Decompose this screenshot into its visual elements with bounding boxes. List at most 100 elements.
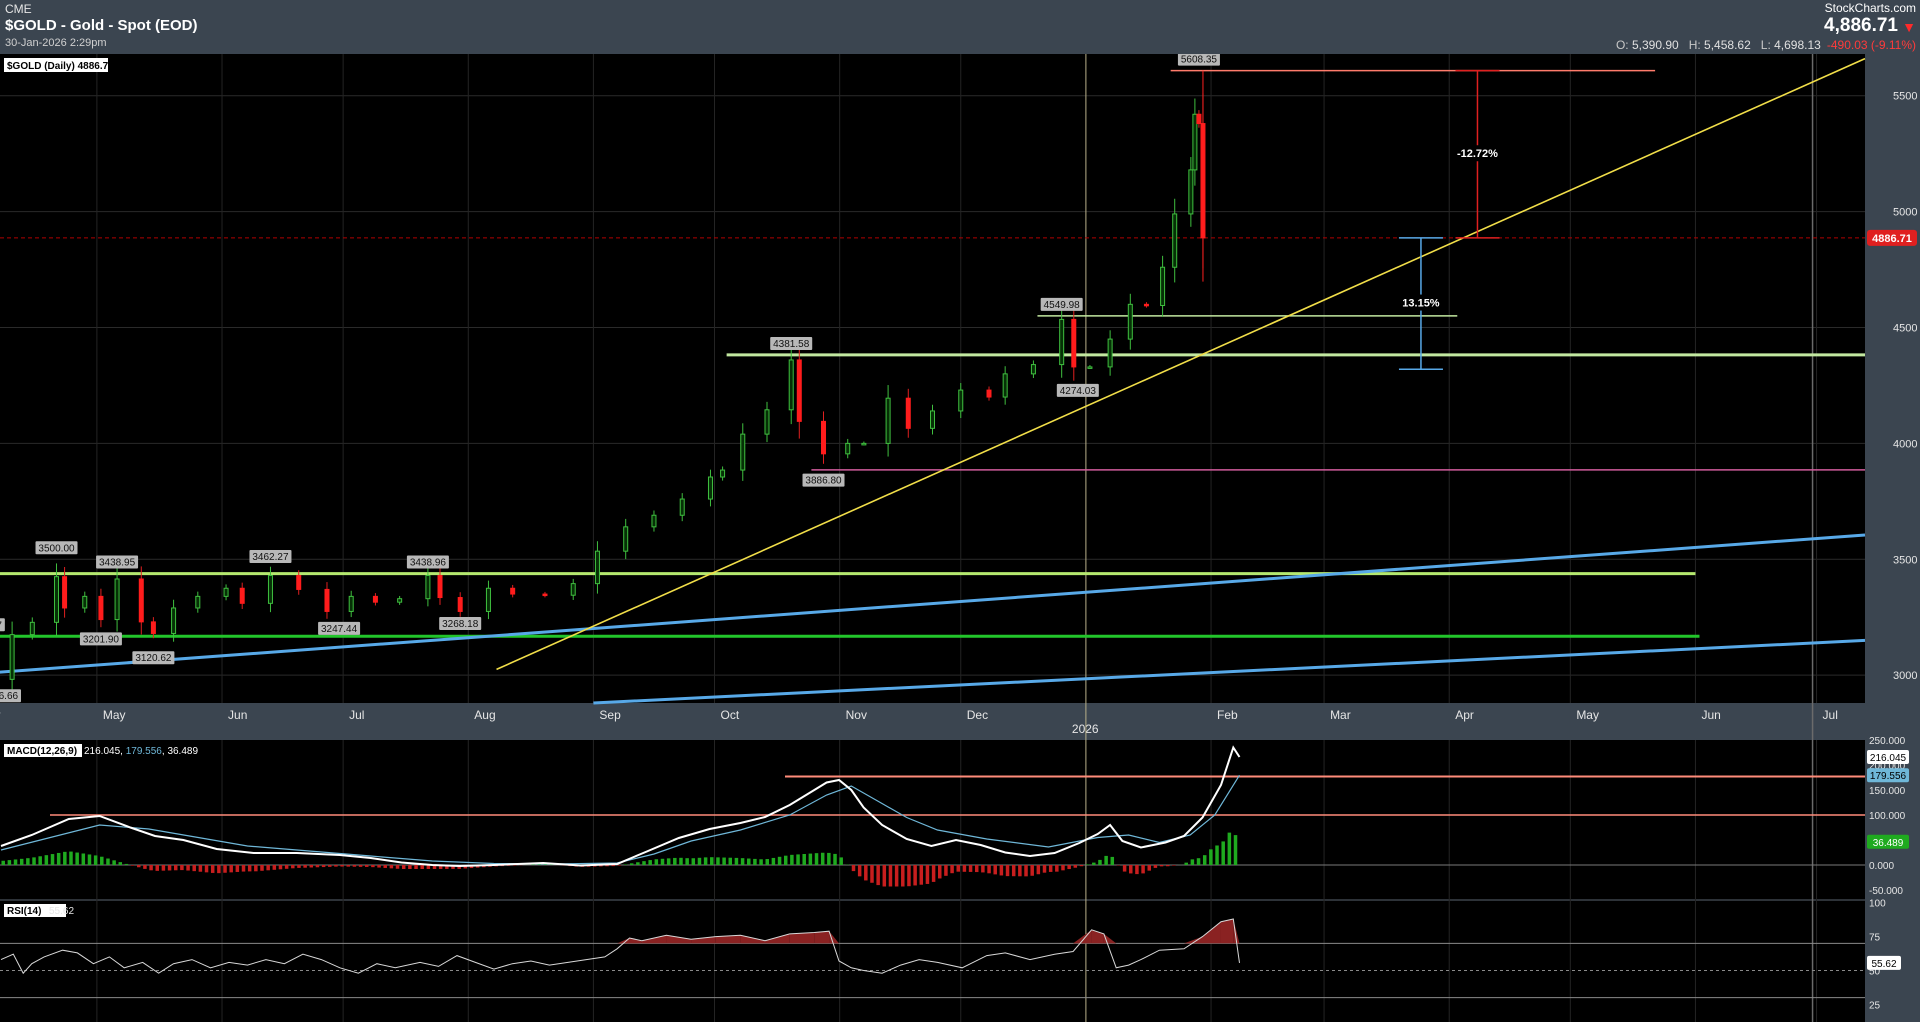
price-panel-bg (0, 54, 1865, 703)
price-annotation: 4274.03 (1060, 386, 1097, 397)
macd-histogram-bar (1011, 865, 1016, 877)
macd-histogram-bar (87, 854, 92, 865)
candle-body (764, 409, 770, 435)
macd-tick-label: 150.000 (1869, 786, 1906, 797)
date-tick-label: Jul (1823, 708, 1838, 722)
macd-histogram-bar (291, 865, 295, 869)
macd-histogram-bar (1085, 864, 1090, 865)
rsi-panel-label: RSI(14) (7, 906, 41, 917)
macd-histogram-bar (309, 865, 314, 868)
price-annotation: 3120.62 (135, 653, 172, 664)
stockcharts-logo[interactable]: StockCharts.com (1825, 1, 1916, 15)
macd-histogram-bar (974, 865, 979, 873)
macd-histogram-bar (1153, 865, 1158, 868)
candle-body (82, 595, 88, 609)
macd-histogram-bar (26, 858, 30, 865)
candle-body (1087, 366, 1093, 369)
last-price-tag-label: 4886.71 (1872, 233, 1912, 245)
macd-histogram-bar (1, 860, 5, 865)
macd-histogram-bar (198, 865, 203, 872)
ohlc-readout: O: 5,390.90 H: 5,458.62 L: 4,698.13 -490.03… (1606, 38, 1916, 52)
macd-histogram-bar (278, 865, 283, 870)
candle-body (885, 397, 891, 444)
macd-histogram-bar (1104, 855, 1108, 865)
macd-histogram-bar (962, 865, 967, 872)
date-tick-label: Aug (474, 708, 495, 722)
macd-histogram-bar (124, 863, 129, 865)
candle-body (1192, 113, 1198, 171)
measure-label: 13.15% (1402, 298, 1440, 310)
axis-gutter (1865, 54, 1920, 1022)
macd-histogram-bar (1048, 865, 1053, 872)
candle-body (425, 575, 431, 600)
candle-body (958, 389, 964, 412)
exchange-label: CME (5, 2, 32, 16)
macd-histogram-bar (1110, 856, 1115, 865)
macd-histogram-bar (408, 865, 412, 869)
macd-histogram-bar (260, 865, 264, 871)
macd-histogram-bar (820, 852, 825, 865)
macd-histogram-bar (981, 865, 985, 873)
macd-histogram-bar (371, 865, 375, 868)
macd-histogram-bar (679, 857, 683, 865)
macd-histogram-bar (167, 865, 172, 871)
rsi-value-tag-label: 55.62 (1871, 959, 1896, 970)
price-tick-label: 3000 (1893, 670, 1917, 682)
macd-histogram-bar (1227, 832, 1232, 865)
last-price: 4,886.71 (1824, 15, 1898, 36)
macd-histogram-bar (32, 857, 36, 865)
date-tick-label: Jul (349, 708, 364, 722)
macd-histogram-bar (69, 851, 73, 865)
macd-histogram-bar (229, 865, 233, 873)
date-tick-label: Sep (599, 708, 621, 722)
date-tick-label: May (1576, 708, 1599, 722)
price-annotation: 3886.80 (805, 476, 842, 487)
macd-histogram-bar (956, 865, 960, 872)
open-label: O: (1615, 38, 1629, 52)
macd-histogram-bar (722, 857, 726, 865)
macd-histogram-bar (1030, 865, 1034, 876)
low-value: 4,698.13 (1774, 38, 1821, 52)
macd-histogram-bar (833, 853, 837, 865)
macd-histogram-bar (999, 865, 1004, 876)
macd-histogram-bar (420, 865, 424, 869)
candle-body (1196, 113, 1202, 125)
high-label: H: (1688, 38, 1701, 52)
macd-histogram-bar (241, 865, 246, 872)
macd-histogram-bar (839, 857, 843, 865)
macd-histogram-bar (130, 865, 135, 866)
macd-histogram-bar (660, 858, 665, 865)
price-annotation: 4381.58 (773, 339, 810, 350)
macd-histogram-bar (796, 854, 800, 865)
price-annotation: 3201.90 (83, 634, 120, 645)
macd-histogram-bar (149, 865, 153, 871)
candle-body (1030, 364, 1036, 375)
chart-canvas[interactable]: 3000 3500 4000 4500 5000 5500 Apr May Jun Jul Aug S… (0, 54, 1920, 1022)
candle-body (510, 587, 516, 595)
macd-histogram-bar (63, 851, 67, 865)
macd-tick-label: 250.000 (1869, 736, 1906, 747)
candle-body (150, 621, 156, 634)
macd-value-tag-label: 179.556 (1870, 771, 1907, 782)
macd-histogram-bar (950, 865, 954, 874)
macd-histogram-bar (204, 865, 209, 873)
macd-histogram-bar (777, 856, 782, 865)
macd-histogram-bar (186, 865, 190, 871)
macd-histogram-bar (1147, 865, 1152, 871)
macd-histogram-bar (968, 865, 973, 872)
macd-histogram-bar (1055, 865, 1059, 872)
macd-histogram-bar (1135, 865, 1139, 875)
macd-tick-label: -50.000 (1869, 886, 1903, 897)
macd-histogram-bar (1018, 865, 1022, 877)
candle-body (986, 389, 992, 398)
macd-histogram-bar (944, 865, 948, 876)
candle-body (1071, 318, 1077, 368)
price-annotation: 5608.35 (1181, 55, 1218, 66)
candle-body (239, 587, 245, 604)
macd-histogram-bar (1098, 859, 1102, 865)
macd-histogram-bar (395, 865, 400, 869)
macd-histogram-bar (1233, 835, 1238, 865)
candle-body (720, 469, 726, 478)
macd-histogram-bar (235, 865, 240, 872)
date-tick-label: Dec (967, 708, 988, 722)
